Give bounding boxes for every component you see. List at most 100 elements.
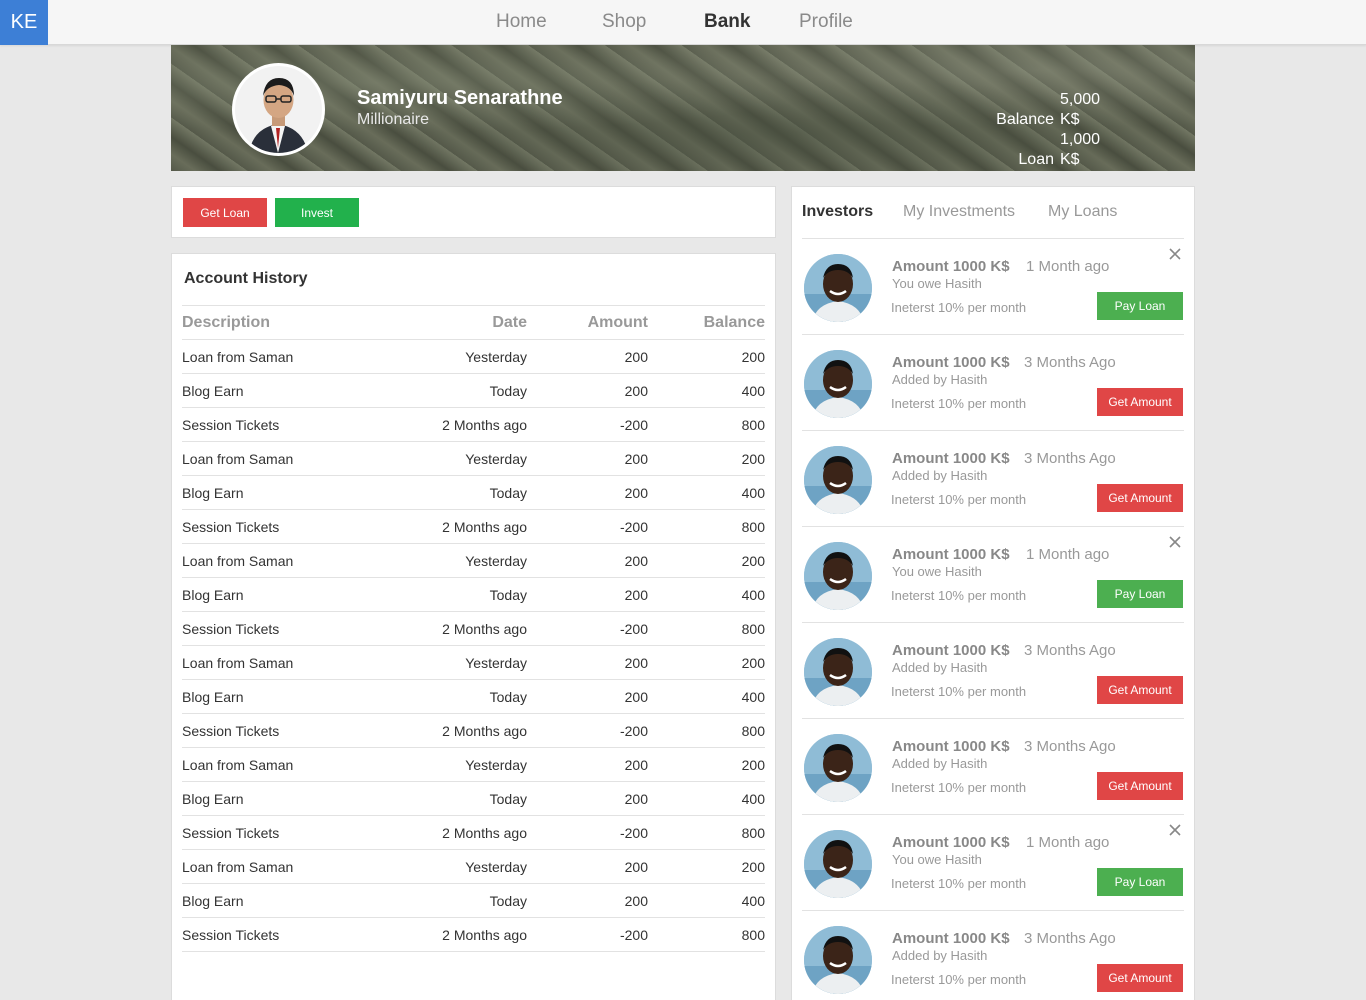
investor-time: 3 Months Ago [1024, 354, 1116, 371]
investor-subtitle: Added by Hasith [892, 372, 988, 387]
account-stats: Balance 5,000 K$ Loan 1,000 K$ [984, 90, 1120, 170]
nav-item-profile[interactable]: Profile [799, 11, 853, 33]
table-row: Loan from Saman Yesterday 200 200 [182, 442, 765, 476]
cell-description: Blog Earn [182, 587, 244, 603]
investor-subtitle: Added by Hasith [892, 948, 988, 963]
cell-date: Today [489, 689, 527, 705]
cell-description: Loan from Saman [182, 757, 294, 773]
investor-avatar [804, 926, 872, 994]
investor-avatar [804, 350, 872, 418]
account-history-table: Description Date Amount Balance Loan fro… [182, 305, 765, 952]
cell-description: Blog Earn [182, 383, 244, 399]
loan-value: 1,000 K$ [1060, 131, 1101, 168]
tab-my-loans[interactable]: My Loans [1048, 203, 1117, 221]
table-row: Blog Earn Today 200 400 [182, 680, 765, 714]
investor-item: Amount 1000 K$ 3 Months Ago Added by Hasit… [802, 430, 1184, 526]
cell-date: 2 Months ago [442, 927, 527, 943]
profile-banner: Samiyuru Senarathne Millionaire Balance 5… [171, 45, 1195, 171]
investor-amount: Amount 1000 K$ [892, 930, 1010, 947]
balance-row: Balance 5,000 K$ [984, 90, 1120, 130]
balance-label: Balance [996, 111, 1054, 128]
table-row: Session Tickets 2 Months ago -200 800 [182, 408, 765, 442]
account-history-panel: Account History Description Date Amount … [171, 253, 776, 1000]
cell-amount: -200 [619, 723, 648, 739]
close-icon[interactable] [1168, 535, 1182, 549]
loan-label: Loan [1018, 151, 1054, 168]
cell-date: Yesterday [465, 757, 527, 773]
get-amount-button[interactable]: Get Amount [1097, 388, 1183, 416]
cell-description: Blog Earn [182, 791, 244, 807]
cell-description: Session Tickets [182, 621, 280, 637]
tab-investors[interactable]: Investors [802, 203, 873, 221]
table-header: Description Date Amount Balance [182, 305, 765, 340]
investor-avatar [804, 830, 872, 898]
pay-loan-button[interactable]: Pay Loan [1097, 580, 1183, 608]
cell-description: Loan from Saman [182, 553, 294, 569]
cell-date: Today [489, 383, 527, 399]
cell-amount: 200 [624, 757, 648, 773]
actions-panel: Get Loan Invest [171, 186, 776, 238]
investor-amount: Amount 1000 K$ [892, 834, 1010, 851]
column-header-balance: Balance [703, 314, 765, 331]
get-amount-button[interactable]: Get Amount [1097, 964, 1183, 992]
pay-loan-button[interactable]: Pay Loan [1097, 868, 1183, 896]
investor-interest: Ineterst 10% per month [891, 972, 1027, 987]
nav-item-home[interactable]: Home [496, 11, 547, 33]
close-icon[interactable] [1168, 823, 1182, 837]
get-amount-button[interactable]: Get Amount [1097, 676, 1183, 704]
investor-time: 1 Month ago [1026, 834, 1110, 851]
investor-item: Amount 1000 K$ 3 Months Ago Added by Hasit… [802, 334, 1184, 430]
table-row: Loan from Saman Yesterday 200 200 [182, 646, 765, 680]
cell-date: Today [489, 587, 527, 603]
get-loan-button[interactable]: Get Loan [183, 198, 267, 227]
cell-description: Blog Earn [182, 485, 244, 501]
cell-description: Blog Earn [182, 893, 244, 909]
cell-amount: -200 [619, 519, 648, 535]
table-row: Blog Earn Today 200 400 [182, 884, 765, 918]
table-row: Blog Earn Today 200 400 [182, 374, 765, 408]
table-row: Loan from Saman Yesterday 200 200 [182, 544, 765, 578]
cell-date: Yesterday [465, 655, 527, 671]
cell-balance: 800 [741, 825, 765, 841]
cell-date: Today [489, 893, 527, 909]
nav-item-shop[interactable]: Shop [602, 11, 646, 33]
tab-my-investments[interactable]: My Investments [903, 203, 1015, 221]
cell-amount: 200 [624, 893, 648, 909]
cell-description: Session Tickets [182, 825, 280, 841]
investor-amount: Amount 1000 K$ [892, 642, 1010, 659]
investor-interest: Ineterst 10% per month [891, 780, 1027, 795]
cell-date: Yesterday [465, 553, 527, 569]
invest-button[interactable]: Invest [275, 198, 359, 227]
cell-balance: 400 [741, 485, 765, 501]
table-row: Loan from Saman Yesterday 200 200 [182, 340, 765, 374]
cell-date: Today [489, 791, 527, 807]
investor-item: Amount 1000 K$ 3 Months Ago Added by Hasit… [802, 910, 1184, 1000]
cell-amount: 200 [624, 553, 648, 569]
cell-date: Today [489, 485, 527, 501]
cell-balance: 400 [741, 893, 765, 909]
cell-date: Yesterday [465, 451, 527, 467]
cell-description: Loan from Saman [182, 655, 294, 671]
investor-avatar [804, 638, 872, 706]
investor-subtitle: Added by Hasith [892, 756, 988, 771]
cell-description: Blog Earn [182, 689, 244, 705]
investor-amount: Amount 1000 K$ [892, 354, 1010, 371]
close-icon[interactable] [1168, 247, 1182, 261]
table-row: Session Tickets 2 Months ago -200 800 [182, 918, 765, 952]
cell-amount: 200 [624, 655, 648, 671]
cell-balance: 200 [741, 655, 765, 671]
investor-interest: Ineterst 10% per month [891, 684, 1027, 699]
get-amount-button[interactable]: Get Amount [1097, 772, 1183, 800]
nav-item-bank[interactable]: Bank [704, 11, 750, 33]
investor-item: Amount 1000 K$ 3 Months Ago Added by Hasit… [802, 718, 1184, 814]
pay-loan-button[interactable]: Pay Loan [1097, 292, 1183, 320]
get-amount-button[interactable]: Get Amount [1097, 484, 1183, 512]
investor-item: Amount 1000 K$ 1 Month ago You owe Hasith I… [802, 238, 1184, 334]
investor-amount: Amount 1000 K$ [892, 738, 1010, 755]
cell-balance: 400 [741, 689, 765, 705]
investor-interest: Ineterst 10% per month [891, 300, 1027, 315]
investor-time: 1 Month ago [1026, 258, 1110, 275]
profile-avatar [232, 63, 325, 156]
investor-subtitle: Added by Hasith [892, 660, 988, 675]
cell-amount: -200 [619, 621, 648, 637]
